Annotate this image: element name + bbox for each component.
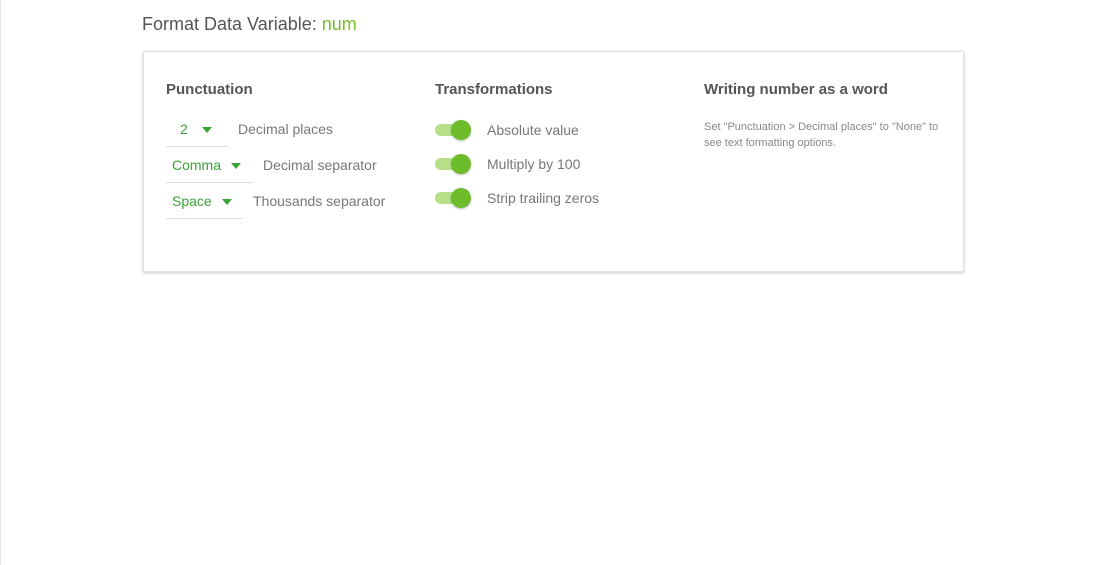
- format-card: Punctuation 2 Decimal places Comma Decim…: [143, 51, 964, 272]
- thousands-separator-label: Thousands separator: [253, 193, 386, 209]
- toggle-knob: [451, 120, 471, 140]
- decimal-separator-row: Comma Decimal separator: [166, 147, 377, 183]
- caret-down-icon: [221, 198, 232, 205]
- strip-trailing-zeros-row: Strip trailing zeros: [435, 180, 599, 216]
- absolute-value-toggle[interactable]: [435, 120, 471, 140]
- decimal-places-row: 2 Decimal places: [166, 111, 333, 147]
- decimal-places-label: Decimal places: [238, 121, 333, 137]
- variable-name: num: [321, 14, 357, 34]
- toggle-knob: [451, 188, 471, 208]
- punctuation-heading: Punctuation: [166, 81, 253, 98]
- decimal-separator-dropdown[interactable]: Comma: [166, 148, 253, 183]
- caret-down-icon: [201, 126, 212, 133]
- absolute-value-label: Absolute value: [487, 122, 579, 138]
- page: Format Data Variable: num Punctuation 2 …: [0, 0, 1105, 565]
- thousands-separator-row: Space Thousands separator: [166, 183, 385, 219]
- decimal-places-value: 2: [180, 120, 188, 137]
- caret-down-icon: [231, 162, 242, 169]
- multiply-by-100-label: Multiply by 100: [487, 156, 581, 172]
- transformations-heading: Transformations: [435, 81, 553, 98]
- decimal-places-dropdown[interactable]: 2: [166, 112, 228, 147]
- strip-trailing-zeros-label: Strip trailing zeros: [487, 190, 600, 206]
- decimal-separator-value: Comma: [172, 156, 222, 173]
- multiply-by-100-row: Multiply by 100: [435, 146, 580, 182]
- page-title-prefix: Format Data Variable:: [142, 14, 317, 34]
- page-title: Format Data Variable: num: [142, 14, 357, 35]
- multiply-by-100-toggle[interactable]: [435, 154, 471, 174]
- decimal-separator-label: Decimal separator: [263, 157, 377, 173]
- thousands-separator-dropdown[interactable]: Space: [166, 184, 243, 219]
- thousands-separator-value: Space: [172, 192, 212, 209]
- word-heading: Writing number as a word: [704, 81, 888, 98]
- toggle-knob: [451, 154, 471, 174]
- word-format-note: Set "Punctuation > Decimal places" to "N…: [704, 121, 939, 149]
- absolute-value-row: Absolute value: [435, 112, 579, 148]
- strip-trailing-zeros-toggle[interactable]: [435, 188, 471, 208]
